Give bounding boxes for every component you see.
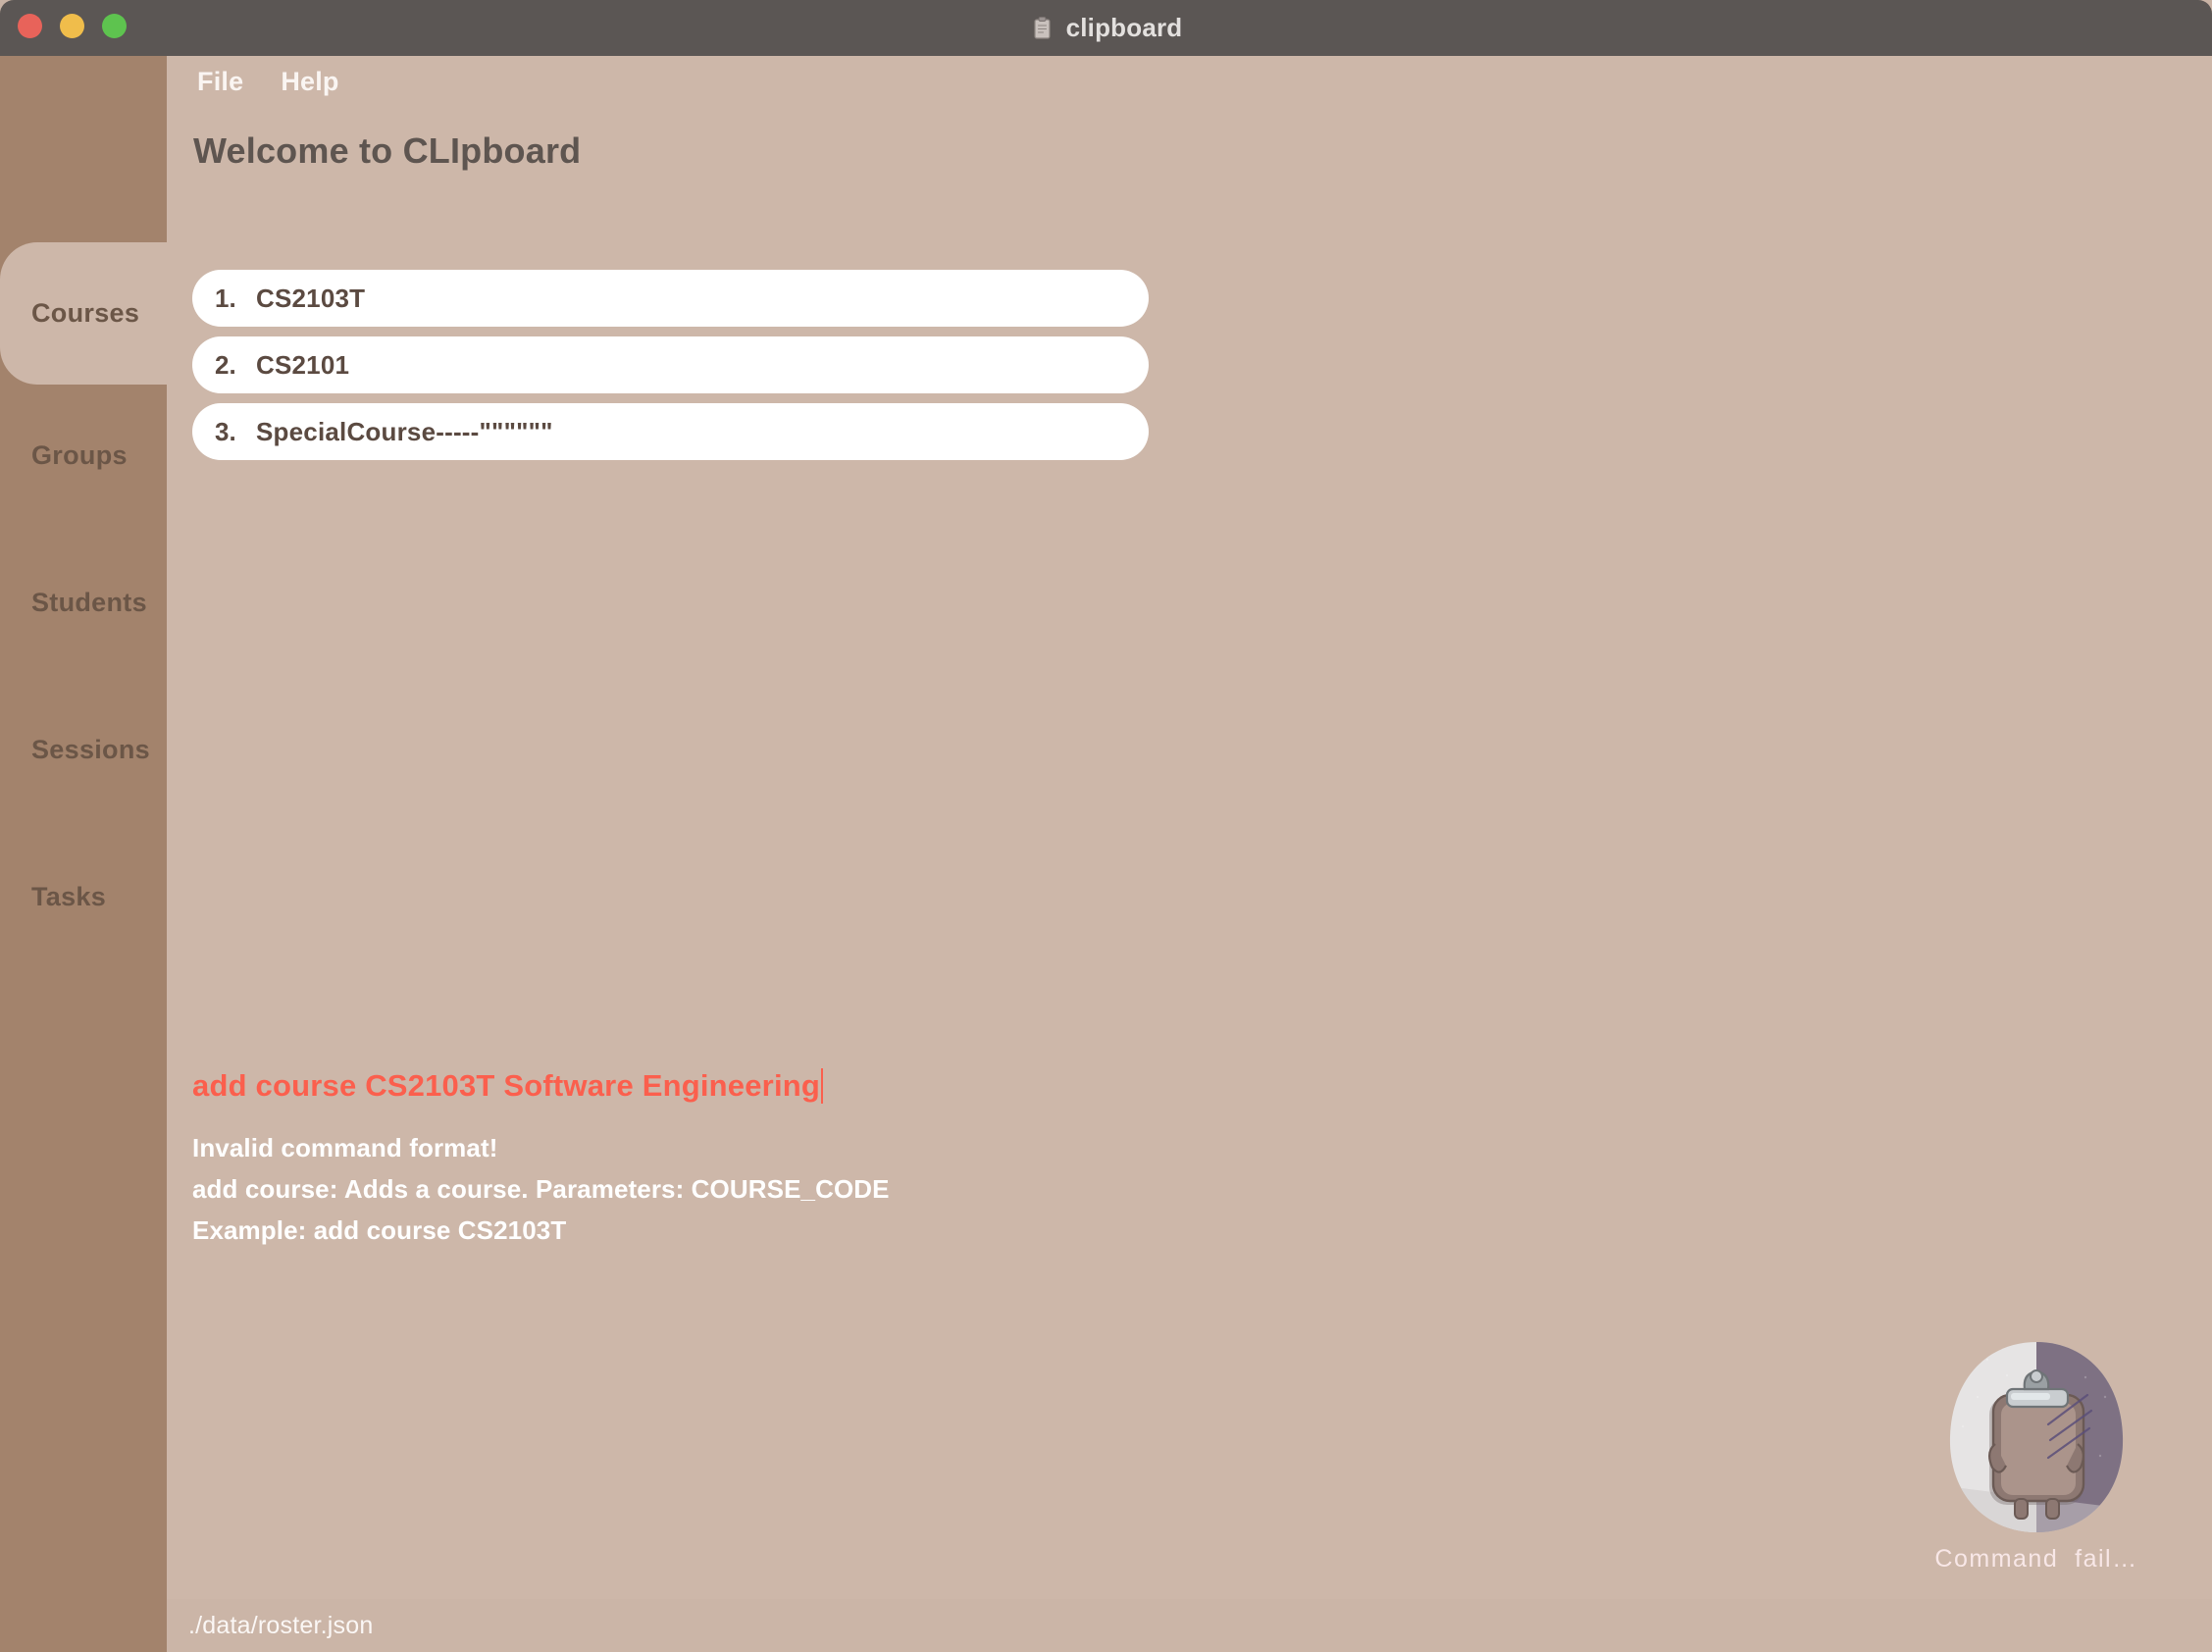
sidebar-item-label: Sessions [31,735,150,765]
sidebar-item-students[interactable]: Students [0,532,180,674]
sidebar-item-courses[interactable]: Courses [0,242,180,385]
list-item[interactable]: 3. SpecialCourse-----"""""" [192,403,1149,460]
mascot-caption: Command fail… [1934,1545,2137,1574]
menu-file[interactable]: File [197,67,243,97]
course-index: 3. [215,417,256,447]
window-controls [18,14,127,38]
result-line: Invalid command format! [192,1127,890,1168]
sidebar-item-sessions[interactable]: Sessions [0,679,180,821]
result-line: Example: add course CS2103T [192,1210,890,1251]
maximize-window-button[interactable] [102,14,127,38]
sidebar-item-label: Courses [31,298,139,329]
sidebar-tab-column: Courses Groups Students Sessions Tasks [0,56,167,1652]
status-bar-path: ./data/roster.json [188,1612,373,1640]
status-mascot: Command fail… [1904,1338,2169,1574]
window-title: clipboard [1066,13,1183,43]
command-input-text: add course CS2103T Software Engineering [192,1068,820,1104]
list-item[interactable]: 1. CS2103T [192,270,1149,327]
menu-bar: File Help [167,56,339,107]
window-titlebar: clipboard [0,0,2212,56]
result-line: add course: Adds a course. Parameters: C… [192,1168,890,1210]
result-display: Invalid command format! add course: Adds… [192,1127,890,1251]
menu-help[interactable]: Help [281,67,338,97]
command-input[interactable]: add course CS2103T Software Engineering [192,1068,823,1104]
course-index: 2. [215,350,256,381]
sidebar-item-label: Tasks [31,882,106,912]
course-name: CS2103T [256,284,365,314]
course-index: 1. [215,284,256,314]
list-item[interactable]: 2. CS2101 [192,336,1149,393]
minimize-window-button[interactable] [60,14,84,38]
course-name: CS2101 [256,350,349,381]
sidebar-item-label: Students [31,588,147,618]
sidebar-item-groups[interactable]: Groups [0,385,180,527]
close-window-button[interactable] [18,14,42,38]
course-list: 1. CS2103T 2. CS2101 3. SpecialCourse---… [192,270,1149,460]
sidebar-item-tasks[interactable]: Tasks [0,826,180,968]
app-window: clipboard Courses Groups Students Sessio… [0,0,2212,1652]
sad-clipboard-illustration [1938,1338,2135,1539]
text-caret [821,1068,823,1104]
sidebar-item-label: Groups [31,440,128,471]
clipboard-icon [1030,16,1055,41]
page-title: Welcome to CLIpboard [193,130,581,172]
window-title-group: clipboard [0,0,2212,56]
window-body: Courses Groups Students Sessions Tasks F… [0,56,2212,1652]
main-content-panel: File Help Welcome to CLIpboard 1. CS2103… [167,56,2212,1652]
course-name: SpecialCourse-----"""""" [256,417,553,447]
status-bar: ./data/roster.json [167,1599,2212,1652]
